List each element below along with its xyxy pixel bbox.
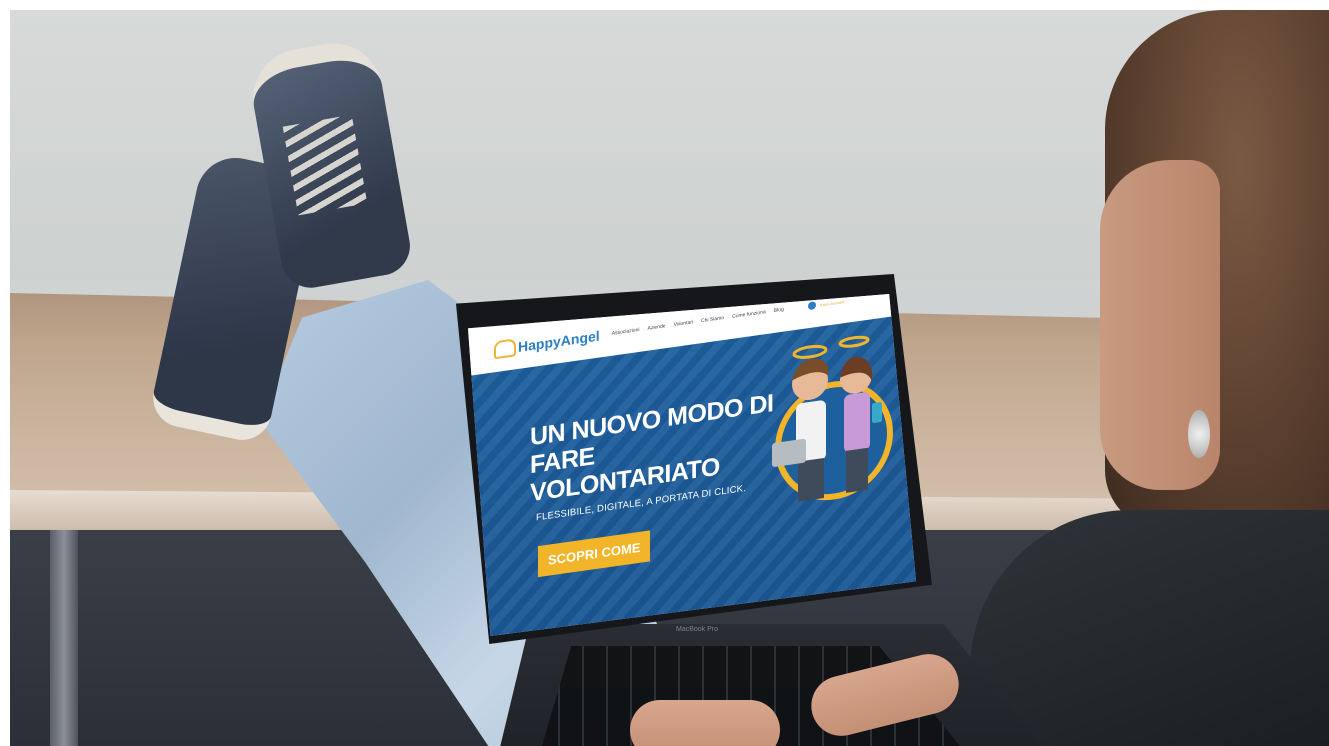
angel-legs-right bbox=[846, 447, 868, 493]
angel-legs-left bbox=[798, 457, 824, 502]
nav-item-associazioni[interactable]: Associazioni bbox=[612, 327, 640, 337]
halo-left bbox=[792, 344, 828, 359]
angel-body-right bbox=[844, 392, 870, 453]
logo-text: HappyAngel bbox=[518, 327, 600, 355]
nav-item-blog[interactable]: Blog bbox=[774, 307, 784, 314]
halo-right bbox=[838, 335, 870, 348]
desk-leg bbox=[50, 530, 78, 746]
nav-item-come-funziona[interactable]: Come funziona bbox=[732, 309, 766, 320]
hand-left bbox=[630, 700, 780, 746]
nav-item-aziende[interactable]: Aziende bbox=[647, 323, 665, 332]
laptop-screen: HappyAngel Associazioni Aziende Volontar… bbox=[468, 294, 916, 636]
scopri-come-button[interactable]: SCOPRI COME bbox=[538, 530, 651, 578]
website: HappyAngel Associazioni Aziende Volontar… bbox=[468, 294, 916, 636]
nav-item-chi-siamo[interactable]: Chi Siamo bbox=[701, 315, 724, 324]
angel-logo-icon bbox=[494, 338, 516, 360]
photo-scene: MacBook Pro HappyAngel Associazioni Azie… bbox=[10, 10, 1329, 746]
nav-item-volontari[interactable]: Volontari bbox=[674, 319, 693, 328]
account-link[interactable]: Il mio account bbox=[820, 299, 845, 307]
earring bbox=[1188, 410, 1210, 458]
laptop: MacBook Pro HappyAngel Associazioni Azie… bbox=[456, 274, 1056, 746]
angels-illustration bbox=[772, 335, 893, 502]
laptop-prop bbox=[772, 438, 806, 467]
site-logo[interactable]: HappyAngel bbox=[494, 326, 600, 360]
laptop-model-label: MacBook Pro bbox=[676, 626, 719, 633]
phone-prop bbox=[872, 402, 882, 423]
user-icon bbox=[807, 301, 816, 311]
